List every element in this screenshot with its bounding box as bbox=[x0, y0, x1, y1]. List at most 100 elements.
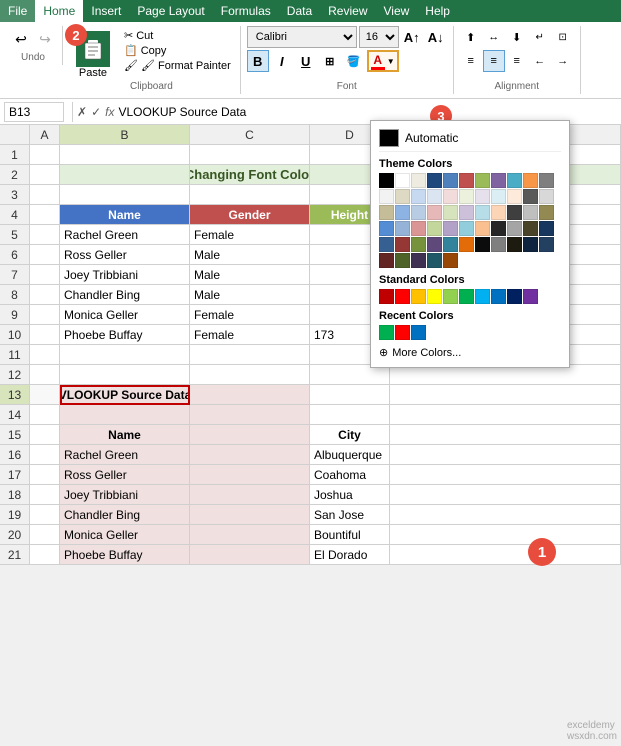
color-swatch[interactable] bbox=[459, 189, 474, 204]
cell-B17[interactable]: Ross Geller bbox=[60, 465, 190, 485]
align-bottom-button[interactable]: ⬇ bbox=[506, 26, 528, 48]
font-name-select[interactable]: Calibri bbox=[247, 26, 357, 48]
color-swatch[interactable] bbox=[379, 289, 394, 304]
color-swatch[interactable] bbox=[507, 237, 522, 252]
cell-D20[interactable]: Bountiful bbox=[310, 525, 390, 545]
row-header-2[interactable]: 2 bbox=[0, 165, 30, 185]
color-swatch[interactable] bbox=[475, 237, 490, 252]
cell-A4[interactable] bbox=[30, 205, 60, 225]
cell-C8[interactable]: Male bbox=[190, 285, 310, 305]
color-swatch[interactable] bbox=[411, 253, 426, 268]
cell-A21[interactable] bbox=[30, 545, 60, 565]
bold-button[interactable]: B bbox=[247, 50, 269, 72]
cell-C20[interactable] bbox=[190, 525, 310, 545]
cell-C15[interactable] bbox=[190, 425, 310, 445]
cell-E16[interactable] bbox=[390, 445, 621, 465]
cell-C3[interactable] bbox=[190, 185, 310, 205]
confirm-formula-icon[interactable]: ✓ bbox=[91, 105, 101, 119]
cell-E17[interactable] bbox=[390, 465, 621, 485]
cell-A1[interactable] bbox=[30, 145, 60, 165]
cell-B5[interactable]: Rachel Green bbox=[60, 225, 190, 245]
italic-button[interactable]: I bbox=[271, 50, 293, 72]
border-button[interactable]: ⊞ bbox=[319, 50, 341, 72]
color-swatch[interactable] bbox=[475, 205, 490, 220]
color-swatch[interactable] bbox=[427, 253, 442, 268]
cell-D21[interactable]: El Dorado bbox=[310, 545, 390, 565]
cell-C13[interactable] bbox=[190, 385, 310, 405]
cell-D12[interactable] bbox=[310, 365, 390, 385]
cell-A16[interactable] bbox=[30, 445, 60, 465]
row-header-21[interactable]: 21 bbox=[0, 545, 30, 565]
formula-input[interactable]: VLOOKUP Source Data bbox=[118, 105, 617, 119]
color-swatch[interactable] bbox=[459, 221, 474, 236]
font-color-button[interactable]: A ▼ bbox=[367, 50, 399, 72]
cell-B19[interactable]: Chandler Bing bbox=[60, 505, 190, 525]
color-swatch[interactable] bbox=[411, 237, 426, 252]
row-header-7[interactable]: 7 bbox=[0, 265, 30, 285]
color-swatch[interactable] bbox=[523, 205, 538, 220]
row-header-1[interactable]: 1 bbox=[0, 145, 30, 165]
cell-B7[interactable]: Joey Tribbiani bbox=[60, 265, 190, 285]
color-swatch[interactable] bbox=[411, 205, 426, 220]
cell-B4[interactable]: Name bbox=[60, 205, 190, 225]
row-header-17[interactable]: 17 bbox=[0, 465, 30, 485]
cell-C2[interactable]: Changing Font Color bbox=[190, 165, 310, 185]
color-swatch[interactable] bbox=[475, 189, 490, 204]
color-swatch[interactable] bbox=[427, 221, 442, 236]
cell-A3[interactable] bbox=[30, 185, 60, 205]
cell-E19[interactable] bbox=[390, 505, 621, 525]
font-color-dropdown-arrow[interactable]: ▼ bbox=[387, 57, 395, 66]
fill-color-button[interactable]: 🪣 bbox=[343, 50, 365, 72]
row-header-9[interactable]: 9 bbox=[0, 305, 30, 325]
color-swatch[interactable] bbox=[475, 173, 490, 188]
cell-reference-input[interactable]: B13 bbox=[4, 102, 64, 122]
color-swatch[interactable] bbox=[539, 205, 554, 220]
cell-C17[interactable] bbox=[190, 465, 310, 485]
align-middle-button[interactable]: ↔ bbox=[483, 26, 505, 48]
align-left-button[interactable]: ≡ bbox=[460, 50, 482, 72]
cell-B8[interactable]: Chandler Bing bbox=[60, 285, 190, 305]
row-header-8[interactable]: 8 bbox=[0, 285, 30, 305]
cell-B16[interactable]: Rachel Green bbox=[60, 445, 190, 465]
row-header-19[interactable]: 19 bbox=[0, 505, 30, 525]
color-swatch[interactable] bbox=[507, 221, 522, 236]
cell-A7[interactable] bbox=[30, 265, 60, 285]
col-header-B[interactable]: B bbox=[60, 125, 190, 145]
cell-E18[interactable] bbox=[390, 485, 621, 505]
cell-A2[interactable] bbox=[30, 165, 60, 185]
cell-B10[interactable]: Phoebe Buffay bbox=[60, 325, 190, 345]
color-swatch[interactable] bbox=[443, 289, 458, 304]
color-swatch[interactable] bbox=[395, 325, 410, 340]
color-swatch[interactable] bbox=[411, 189, 426, 204]
cell-C14[interactable] bbox=[190, 405, 310, 425]
color-swatch[interactable] bbox=[459, 237, 474, 252]
color-swatch[interactable] bbox=[379, 237, 394, 252]
cell-E12[interactable] bbox=[390, 365, 621, 385]
cell-C1[interactable] bbox=[190, 145, 310, 165]
color-swatch[interactable] bbox=[411, 221, 426, 236]
color-swatch[interactable] bbox=[507, 189, 522, 204]
color-swatch[interactable] bbox=[395, 289, 410, 304]
color-swatch[interactable] bbox=[379, 221, 394, 236]
color-swatch[interactable] bbox=[379, 205, 394, 220]
color-swatch[interactable] bbox=[443, 189, 458, 204]
cell-E13[interactable] bbox=[390, 385, 621, 405]
color-swatch[interactable] bbox=[443, 237, 458, 252]
cell-B1[interactable] bbox=[60, 145, 190, 165]
col-header-C[interactable]: C bbox=[190, 125, 310, 145]
cell-A18[interactable] bbox=[30, 485, 60, 505]
row-header-16[interactable]: 16 bbox=[0, 445, 30, 465]
color-swatch[interactable] bbox=[459, 205, 474, 220]
row-header-12[interactable]: 12 bbox=[0, 365, 30, 385]
decrease-font-button[interactable]: A↓ bbox=[425, 26, 447, 48]
cell-B12[interactable] bbox=[60, 365, 190, 385]
color-swatch[interactable] bbox=[427, 173, 442, 188]
cell-D17[interactable]: Coahoma bbox=[310, 465, 390, 485]
increase-font-button[interactable]: A↑ bbox=[401, 26, 423, 48]
cell-B6[interactable]: Ross Geller bbox=[60, 245, 190, 265]
row-header-3[interactable]: 3 bbox=[0, 185, 30, 205]
color-swatch[interactable] bbox=[507, 173, 522, 188]
col-header-A[interactable]: A bbox=[30, 125, 60, 145]
undo-button[interactable]: ↩ bbox=[10, 28, 32, 50]
color-swatch[interactable] bbox=[379, 173, 394, 188]
